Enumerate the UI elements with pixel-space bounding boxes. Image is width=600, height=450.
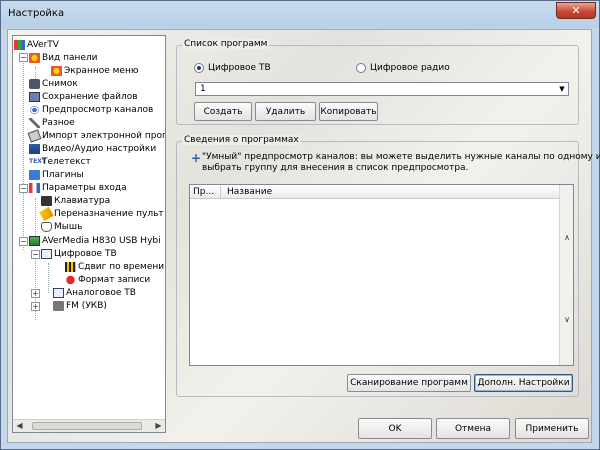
- tree-item-format-zapisi[interactable]: Формат записи: [65, 274, 150, 287]
- channel-preview-icon: [29, 104, 40, 115]
- tree-item-analog-tv[interactable]: Аналоговое ТВ: [53, 287, 136, 300]
- tree-item-sohranenie[interactable]: Сохранение файлов: [29, 91, 138, 104]
- timeshift-icon: [65, 261, 76, 272]
- programs-list[interactable]: Пр... Название ∧ ∨: [189, 184, 574, 366]
- apply-button[interactable]: Применить: [515, 418, 589, 439]
- more-settings-button[interactable]: Дополн. Настройки: [474, 374, 573, 392]
- scan-programs-button[interactable]: Сканирование программ: [347, 374, 471, 392]
- remote-remap-icon: [39, 206, 54, 221]
- tree-horizontal-scrollbar[interactable]: ◀ ▶: [13, 419, 165, 432]
- create-button[interactable]: Создать: [194, 102, 252, 121]
- expander-analog-tv[interactable]: +: [31, 289, 40, 298]
- settings-tree[interactable]: − − − − + + AVerTV Вид панели Экранное м…: [12, 35, 166, 433]
- program-list-combo[interactable]: 1 ▼: [195, 82, 569, 96]
- column-name[interactable]: Название: [227, 186, 272, 199]
- radio-digital-tv[interactable]: [194, 63, 204, 73]
- scroll-right-icon[interactable]: ▶: [152, 420, 165, 432]
- tree-item-video-audio[interactable]: Видео/Аудио настройки: [29, 143, 156, 156]
- osd-menu-icon: [51, 65, 62, 76]
- program-list-combo-value: 1: [200, 84, 206, 94]
- plugins-icon: [29, 169, 40, 180]
- program-list-group-label: Список программ: [182, 39, 270, 49]
- epg-import-icon: [27, 128, 42, 143]
- info-text-line2: выбрать группу для внесения в список пре…: [202, 163, 469, 173]
- save-files-icon: [29, 91, 40, 102]
- tree-scroll-thumb[interactable]: [32, 422, 142, 430]
- tree-item-parametry-vhoda[interactable]: Параметры входа: [29, 182, 127, 195]
- tree-item-avertv[interactable]: AVerTV: [14, 39, 59, 52]
- cancel-button[interactable]: Отмена: [436, 418, 510, 439]
- list-vertical-scrollbar[interactable]: ∧ ∨: [559, 185, 573, 365]
- analog-tv-icon: [53, 287, 64, 298]
- title-bar[interactable]: Настройка ✕: [1, 1, 599, 28]
- record-format-icon: [65, 274, 76, 285]
- expander-fm[interactable]: +: [31, 302, 40, 311]
- scroll-up-icon[interactable]: ∧: [560, 233, 574, 242]
- expander-device[interactable]: −: [19, 237, 28, 246]
- chevron-down-icon[interactable]: ▼: [556, 83, 568, 95]
- tree-item-pult[interactable]: Переназначение пульт: [39, 206, 164, 221]
- delete-button[interactable]: Удалить: [255, 102, 316, 121]
- copy-button[interactable]: Копировать: [319, 102, 378, 121]
- program-info-group-label: Сведения о программах: [182, 135, 301, 145]
- panel-view-icon: [29, 52, 40, 63]
- radio-digital-radio[interactable]: [356, 63, 366, 73]
- avertv-icon: [14, 39, 25, 50]
- digital-tv-icon: [41, 248, 52, 259]
- expander-vid-paneli[interactable]: −: [19, 53, 28, 62]
- fm-radio-icon: [53, 300, 64, 311]
- window-title: Настройка: [8, 8, 65, 19]
- tree-item-klaviatura[interactable]: Клавиатура: [41, 195, 110, 208]
- tree-item-raznoe[interactable]: Разное: [29, 117, 75, 130]
- expander-digital-tv[interactable]: −: [31, 250, 40, 259]
- tree-item-timeshift[interactable]: Сдвиг по времени: [65, 261, 164, 274]
- scroll-left-icon[interactable]: ◀: [13, 420, 26, 432]
- tree-item-device[interactable]: AVerMedia H830 USB Hybi: [29, 235, 161, 248]
- tree-item-snimok[interactable]: Снимок: [29, 78, 78, 91]
- video-audio-icon: [29, 143, 40, 154]
- column-pr[interactable]: Пр...: [193, 186, 214, 199]
- tree-item-mysh[interactable]: Мышь: [41, 221, 82, 234]
- tree-item-digital-tv[interactable]: Цифровое ТВ: [41, 248, 117, 261]
- teletext-icon: TEXT: [29, 157, 46, 165]
- input-params-icon: [29, 182, 40, 193]
- tree-item-plaginy[interactable]: Плагины: [29, 169, 84, 182]
- tree-item-import-epg[interactable]: Импорт электронной прог: [27, 128, 165, 143]
- tree-item-vid-paneli[interactable]: Вид панели: [29, 52, 98, 65]
- tree-item-ekrannoe-menu[interactable]: Экранное меню: [51, 65, 138, 78]
- ok-button[interactable]: OK: [358, 418, 432, 439]
- tree-item-fm[interactable]: FM (УКВ): [53, 300, 107, 313]
- expander-parametry-vhoda[interactable]: −: [19, 184, 28, 193]
- close-button[interactable]: ✕: [556, 2, 596, 19]
- device-icon: [29, 235, 40, 246]
- misc-icon: [29, 117, 40, 128]
- snapshot-icon: [29, 78, 40, 89]
- tree-item-teletext[interactable]: TEXTТелетекст: [29, 156, 91, 169]
- list-header: Пр... Название: [190, 185, 559, 199]
- radio-digital-tv-label[interactable]: Цифровое ТВ: [208, 63, 271, 73]
- scroll-down-icon[interactable]: ∨: [560, 315, 574, 324]
- keyboard-icon: [41, 195, 52, 206]
- radio-digital-radio-label[interactable]: Цифровое радио: [370, 63, 450, 73]
- mouse-icon: [41, 221, 52, 232]
- info-text-line1: "Умный" предпросмотр каналов: вы можете …: [202, 152, 600, 162]
- tree-item-predprosmotr[interactable]: Предпросмотр каналов: [29, 104, 153, 117]
- plus-icon: +: [191, 151, 202, 165]
